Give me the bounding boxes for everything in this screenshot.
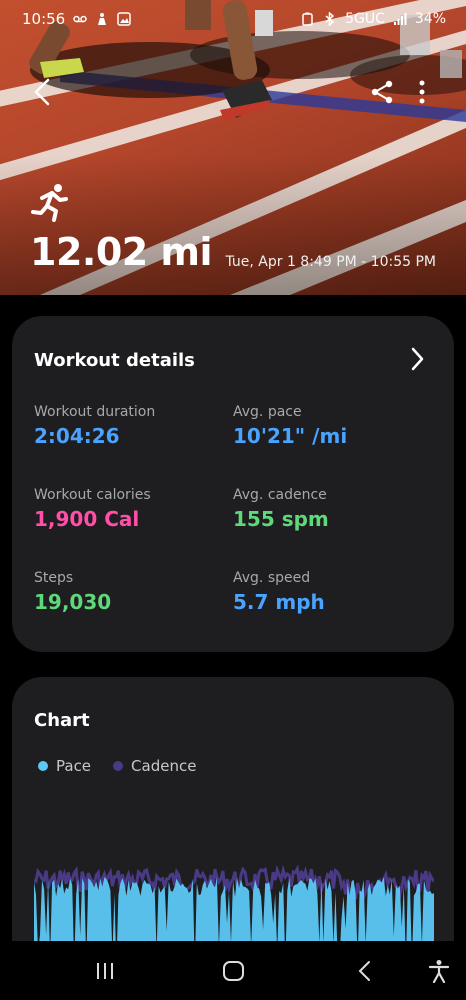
more-vertical-icon[interactable] xyxy=(410,78,434,106)
accessibility-icon[interactable] xyxy=(426,959,452,983)
bluetooth-icon xyxy=(325,12,335,26)
metric-label: Workout calories xyxy=(34,487,151,503)
nav-back-icon[interactable] xyxy=(352,959,378,983)
legend-dot-cadence xyxy=(113,761,124,771)
battery-saver-icon xyxy=(302,12,313,26)
share-icon[interactable] xyxy=(368,78,396,106)
legend-item-cadence: Cadence xyxy=(113,757,196,775)
fitness-notification-icon xyxy=(98,13,107,25)
metric-label: Workout duration xyxy=(34,404,156,420)
legend-dot-pace xyxy=(38,761,48,771)
workout-distance: 12.02 mi xyxy=(30,230,213,274)
legend-label: Pace xyxy=(56,757,92,775)
metric-value: 2:04:26 xyxy=(34,424,120,448)
metric-avg-cadence: Avg. cadence 155 spm xyxy=(233,487,329,531)
hero-gradient-overlay xyxy=(0,155,466,295)
chart-legend: Pace Cadence xyxy=(38,757,196,775)
system-navigation-bar xyxy=(0,941,466,1000)
metric-value: 19,030 xyxy=(34,590,112,614)
gallery-icon xyxy=(117,12,131,26)
metric-label: Avg. pace xyxy=(233,404,302,420)
chevron-right-icon[interactable] xyxy=(408,346,426,372)
signal-icon xyxy=(393,13,407,25)
chart-title: Chart xyxy=(34,710,90,731)
top-actions xyxy=(0,72,466,112)
network-type: 5GUC xyxy=(345,11,385,27)
metric-avg-pace: Avg. pace 10'21" /mi xyxy=(233,404,347,448)
back-arrow-icon[interactable] xyxy=(28,76,58,108)
metric-label: Avg. speed xyxy=(233,570,311,586)
workout-date-range: Tue, Apr 1 8:49 PM - 10:55 PM xyxy=(225,254,436,270)
metric-label: Steps xyxy=(34,570,74,586)
voicemail-icon xyxy=(73,15,87,23)
status-time: 10:56 xyxy=(22,10,66,28)
metric-value: 5.7 mph xyxy=(233,590,325,614)
status-bar: 10:56 5GUC 34% xyxy=(0,0,466,38)
battery-level: 34% xyxy=(414,11,446,27)
metric-label: Avg. cadence xyxy=(233,487,327,503)
metric-workout-calories: Workout calories 1,900 Cal xyxy=(34,487,151,531)
running-icon xyxy=(31,184,68,222)
metric-value: 10'21" /mi xyxy=(233,424,348,448)
metric-value: 1,900 Cal xyxy=(34,507,140,531)
metric-workout-duration: Workout duration 2:04:26 xyxy=(34,404,155,448)
legend-item-pace: Pace xyxy=(38,757,91,775)
metric-value: 155 spm xyxy=(233,507,329,531)
metric-avg-speed: Avg. speed 5.7 mph xyxy=(233,570,325,614)
recents-icon[interactable] xyxy=(92,959,118,983)
home-icon[interactable] xyxy=(221,959,247,983)
workout-details-card[interactable]: Workout details Workout duration 2:04:26… xyxy=(12,316,454,652)
workout-details-title: Workout details xyxy=(34,350,195,371)
metric-steps: Steps 19,030 xyxy=(34,570,111,614)
legend-label: Cadence xyxy=(131,757,197,775)
